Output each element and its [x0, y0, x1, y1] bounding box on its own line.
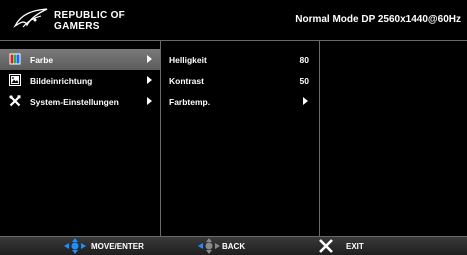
header: REPUBLIC OF GAMERS Normal Mode DP 2560x1… [0, 0, 467, 41]
brand-line2: GAMERS [54, 21, 100, 32]
menu-item-bildeinrichtung[interactable]: Bildeinrichtung [0, 70, 160, 91]
submenu-item-label: Farbtemp. [169, 97, 211, 107]
rog-logo-icon [13, 8, 48, 28]
close-icon [319, 239, 333, 253]
submenu-item-kontrast[interactable]: Kontrast 50 [161, 70, 319, 91]
exit-hint: EXIT [346, 242, 364, 251]
menu-item-system-einstellungen[interactable]: System-Einstellungen [0, 91, 160, 112]
submenu-item-value: 80 [299, 55, 309, 65]
menu-item-label: System-Einstellungen [30, 97, 119, 107]
osd-menu: REPUBLIC OF GAMERS Normal Mode DP 2560x1… [0, 0, 467, 255]
submenu-item-value: 50 [299, 76, 309, 86]
tools-icon [9, 95, 21, 107]
chevron-right-icon [147, 76, 152, 84]
submenu: Helligkeit 80 Kontrast 50 Farbtemp. [161, 40, 319, 236]
detail-panel [320, 40, 467, 236]
submenu-item-farbtemp[interactable]: Farbtemp. [161, 91, 319, 112]
brand-name: REPUBLIC OF GAMERS [54, 10, 125, 32]
chevron-right-icon [303, 97, 308, 105]
submenu-item-helligkeit[interactable]: Helligkeit 80 [161, 49, 319, 70]
submenu-item-label: Helligkeit [169, 55, 207, 65]
menu-item-label: Farbe [30, 55, 54, 65]
back-hint: BACK [222, 242, 246, 251]
joystick-back-icon [198, 238, 220, 254]
move-enter-hint: MOVE/ENTER [91, 242, 144, 251]
menu-item-label: Bildeinrichtung [30, 76, 93, 86]
footer-hint-bar: MOVE/ENTER BACK EXIT [0, 236, 467, 255]
display-status: Normal Mode DP 2560x1440@60Hz [295, 14, 461, 25]
joystick-move-icon [64, 238, 86, 254]
chevron-right-icon [147, 97, 152, 105]
menu-item-farbe[interactable]: Farbe [0, 49, 160, 70]
chevron-right-icon [147, 55, 152, 63]
main-menu: Farbe Bildeinrichtung System-Einstellung… [0, 40, 160, 236]
image-icon [9, 74, 21, 86]
color-palette-icon [9, 53, 21, 65]
brand-line1: REPUBLIC OF [54, 10, 126, 21]
submenu-item-label: Kontrast [169, 76, 204, 86]
